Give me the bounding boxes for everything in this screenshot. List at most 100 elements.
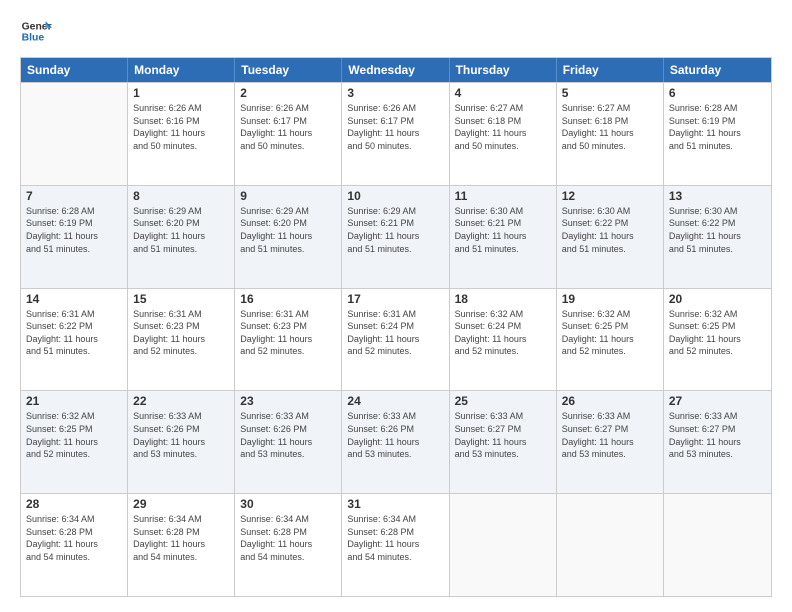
day-number: 19 [562,292,658,306]
day-cell-12: 12 Sunrise: 6:30 AMSunset: 6:22 PMDayligh… [557,186,664,288]
calendar-row-1: 7Sunrise: 6:28 AMSunset: 6:19 PMDaylight… [21,185,771,288]
day-number: 14 [26,292,122,306]
day-info: Sunrise: 6:33 AMSunset: 6:26 PMDaylight:… [347,410,443,460]
day-number: 3 [347,86,443,100]
day-cell-7: 7Sunrise: 6:28 AMSunset: 6:19 PMDaylight… [21,186,128,288]
calendar-row-4: 28 Sunrise: 6:34 AMSunset: 6:28 PMDayligh… [21,493,771,596]
day-number: 12 [562,189,658,203]
day-info: Sunrise: 6:31 AMSunset: 6:24 PMDaylight:… [347,308,443,358]
calendar-header: SundayMondayTuesdayWednesdayThursdayFrid… [21,58,771,82]
page: General Blue SundayMondayTuesdayWednesda… [0,0,792,612]
day-number: 13 [669,189,766,203]
logo-icon: General Blue [20,15,52,47]
day-cell-3: 3 Sunrise: 6:26 AMSunset: 6:17 PMDaylight… [342,83,449,185]
day-info: Sunrise: 6:31 AMSunset: 6:23 PMDaylight:… [133,308,229,358]
day-number: 6 [669,86,766,100]
day-info: Sunrise: 6:28 AMSunset: 6:19 PMDaylight:… [669,102,766,152]
day-cell-17: 17 Sunrise: 6:31 AMSunset: 6:24 PMDayligh… [342,289,449,391]
day-number: 21 [26,394,122,408]
day-info: Sunrise: 6:32 AMSunset: 6:25 PMDaylight:… [562,308,658,358]
day-number: 26 [562,394,658,408]
header-day-wednesday: Wednesday [342,58,449,82]
day-number: 23 [240,394,336,408]
day-number: 22 [133,394,229,408]
day-cell-10: 10 Sunrise: 6:29 AMSunset: 6:21 PMDayligh… [342,186,449,288]
calendar-body: 1 Sunrise: 6:26 AMSunset: 6:16 PMDaylight… [21,82,771,596]
day-info: Sunrise: 6:33 AMSunset: 6:27 PMDaylight:… [562,410,658,460]
day-info: Sunrise: 6:27 AMSunset: 6:18 PMDaylight:… [562,102,658,152]
day-number: 11 [455,189,551,203]
day-cell-4: 4 Sunrise: 6:27 AMSunset: 6:18 PMDaylight… [450,83,557,185]
day-number: 9 [240,189,336,203]
day-number: 28 [26,497,122,511]
day-cell-31: 31 Sunrise: 6:34 AMSunset: 6:28 PMDayligh… [342,494,449,596]
day-number: 20 [669,292,766,306]
header-day-friday: Friday [557,58,664,82]
day-cell-23: 23Sunrise: 6:33 AMSunset: 6:26 PMDayligh… [235,391,342,493]
empty-cell [664,494,771,596]
day-info: Sunrise: 6:29 AMSunset: 6:20 PMDaylight:… [240,205,336,255]
day-number: 2 [240,86,336,100]
day-cell-11: 11 Sunrise: 6:30 AMSunset: 6:21 PMDayligh… [450,186,557,288]
day-info: Sunrise: 6:34 AMSunset: 6:28 PMDaylight:… [133,513,229,563]
day-cell-27: 27Sunrise: 6:33 AMSunset: 6:27 PMDayligh… [664,391,771,493]
day-cell-9: 9 Sunrise: 6:29 AMSunset: 6:20 PMDaylight… [235,186,342,288]
day-info: Sunrise: 6:29 AMSunset: 6:21 PMDaylight:… [347,205,443,255]
day-number: 18 [455,292,551,306]
day-number: 1 [133,86,229,100]
day-info: Sunrise: 6:33 AMSunset: 6:27 PMDaylight:… [455,410,551,460]
header-day-monday: Monday [128,58,235,82]
day-info: Sunrise: 6:30 AMSunset: 6:21 PMDaylight:… [455,205,551,255]
day-cell-13: 13 Sunrise: 6:30 AMSunset: 6:22 PMDayligh… [664,186,771,288]
day-info: Sunrise: 6:34 AMSunset: 6:28 PMDaylight:… [26,513,122,563]
day-cell-21: 21Sunrise: 6:32 AMSunset: 6:25 PMDayligh… [21,391,128,493]
day-cell-20: 20 Sunrise: 6:32 AMSunset: 6:25 PMDayligh… [664,289,771,391]
day-cell-29: 29 Sunrise: 6:34 AMSunset: 6:28 PMDayligh… [128,494,235,596]
day-number: 8 [133,189,229,203]
day-number: 4 [455,86,551,100]
calendar-row-2: 14Sunrise: 6:31 AMSunset: 6:22 PMDayligh… [21,288,771,391]
day-info: Sunrise: 6:33 AMSunset: 6:26 PMDaylight:… [133,410,229,460]
day-cell-19: 19 Sunrise: 6:32 AMSunset: 6:25 PMDayligh… [557,289,664,391]
day-cell-5: 5 Sunrise: 6:27 AMSunset: 6:18 PMDaylight… [557,83,664,185]
day-number: 5 [562,86,658,100]
day-number: 31 [347,497,443,511]
day-info: Sunrise: 6:30 AMSunset: 6:22 PMDaylight:… [562,205,658,255]
header-day-saturday: Saturday [664,58,771,82]
day-cell-26: 26 Sunrise: 6:33 AMSunset: 6:27 PMDayligh… [557,391,664,493]
day-number: 16 [240,292,336,306]
day-info: Sunrise: 6:27 AMSunset: 6:18 PMDaylight:… [455,102,551,152]
day-cell-28: 28 Sunrise: 6:34 AMSunset: 6:28 PMDayligh… [21,494,128,596]
day-number: 17 [347,292,443,306]
day-info: Sunrise: 6:26 AMSunset: 6:17 PMDaylight:… [347,102,443,152]
day-number: 27 [669,394,766,408]
header-day-sunday: Sunday [21,58,128,82]
logo: General Blue [20,15,56,47]
day-number: 25 [455,394,551,408]
day-info: Sunrise: 6:31 AMSunset: 6:23 PMDaylight:… [240,308,336,358]
day-info: Sunrise: 6:34 AMSunset: 6:28 PMDaylight:… [240,513,336,563]
empty-cell [557,494,664,596]
day-cell-30: 30Sunrise: 6:34 AMSunset: 6:28 PMDayligh… [235,494,342,596]
day-info: Sunrise: 6:34 AMSunset: 6:28 PMDaylight:… [347,513,443,563]
day-info: Sunrise: 6:32 AMSunset: 6:25 PMDaylight:… [669,308,766,358]
calendar-row-3: 21Sunrise: 6:32 AMSunset: 6:25 PMDayligh… [21,390,771,493]
header: General Blue [20,15,772,47]
day-cell-15: 15 Sunrise: 6:31 AMSunset: 6:23 PMDayligh… [128,289,235,391]
day-cell-22: 22 Sunrise: 6:33 AMSunset: 6:26 PMDayligh… [128,391,235,493]
day-info: Sunrise: 6:30 AMSunset: 6:22 PMDaylight:… [669,205,766,255]
empty-cell [450,494,557,596]
day-number: 29 [133,497,229,511]
day-number: 7 [26,189,122,203]
calendar: SundayMondayTuesdayWednesdayThursdayFrid… [20,57,772,597]
empty-cell [21,83,128,185]
day-info: Sunrise: 6:26 AMSunset: 6:16 PMDaylight:… [133,102,229,152]
day-number: 10 [347,189,443,203]
day-info: Sunrise: 6:32 AMSunset: 6:24 PMDaylight:… [455,308,551,358]
day-cell-2: 2 Sunrise: 6:26 AMSunset: 6:17 PMDaylight… [235,83,342,185]
day-info: Sunrise: 6:26 AMSunset: 6:17 PMDaylight:… [240,102,336,152]
day-cell-25: 25 Sunrise: 6:33 AMSunset: 6:27 PMDayligh… [450,391,557,493]
day-cell-6: 6 Sunrise: 6:28 AMSunset: 6:19 PMDaylight… [664,83,771,185]
day-cell-1: 1 Sunrise: 6:26 AMSunset: 6:16 PMDaylight… [128,83,235,185]
day-number: 15 [133,292,229,306]
